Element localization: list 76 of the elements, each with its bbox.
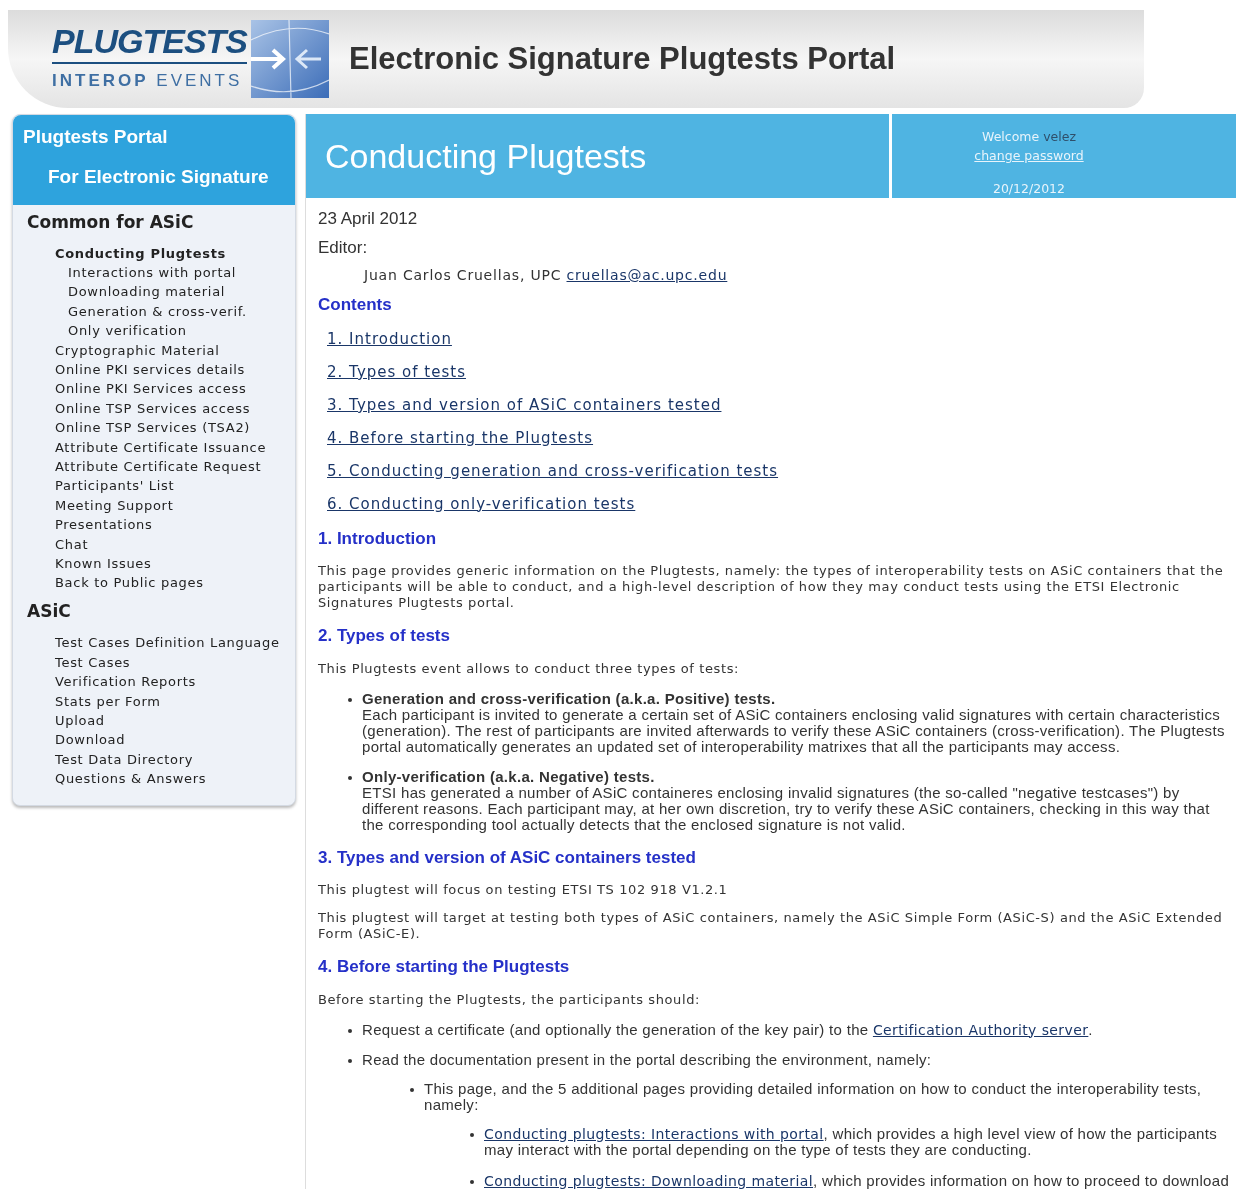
sidebar-subtitle: For Electronic Signature [47, 164, 270, 189]
sidebar-item[interactable]: Meeting Support [13, 495, 295, 516]
definition-text: Each participant is invited to generate a certain set of ASiC containers enclosing valid signatures with certain characteristics (generation). The rest of participants are invited afterwards to verify these ASiC containers (cross-verification). The Plugtests portal automatically generates an updated set of interoperability matrixes that all the participants may access. [362, 706, 1226, 755]
sidebar-item[interactable]: Presentations [13, 515, 295, 535]
definition-title: Generation and cross-verification (a.k.a. Positive) tests. [362, 690, 777, 707]
list-text: Read the documentation present in the portal describing the environment, namely: [362, 1051, 933, 1068]
bullet-icon [348, 775, 352, 780]
contents-link[interactable]: 4. Before starting the Plugtests [327, 427, 594, 449]
sidebar-heading: ASiC [26, 599, 72, 623]
bullet-icon [348, 1028, 352, 1033]
paragraph: This plugtest will target at testing both types of ASiC containers, namely the ASiC Simple Form (ASiC-S) and the ASiC Extended Form (ASiC-E). [318, 910, 1224, 942]
section-heading: Contents [318, 294, 393, 316]
editor-text: Juan Carlos Cruellas, UPC cruellas@ac.upc.edu [364, 266, 729, 285]
sidebar-item[interactable]: Downloading material [13, 282, 295, 302]
document-date: 23 April 2012 [318, 208, 419, 230]
section-heading: 4. Before starting the Plugtests [318, 956, 571, 978]
logo-wordmark: PLUGTESTS [52, 24, 248, 65]
portal-title: Electronic Signature Plugtests Portal [349, 39, 896, 78]
sidebar-item[interactable]: Only verification [13, 321, 295, 341]
page-title: Conducting Plugtests [325, 135, 647, 177]
welcome-text: Welcome velez [982, 128, 1076, 146]
sidebar-item[interactable]: Chat [13, 534, 295, 554]
contents-link[interactable]: 5. Conducting generation and cross-verification tests [327, 460, 779, 482]
list-text: Request a certificate (and optionally the generation of the key pair) to the Certification Authority server. [362, 1021, 1094, 1038]
sidebar-item[interactable]: Back to Public pages [13, 573, 295, 593]
contents-link[interactable]: 2. Types of tests [327, 361, 466, 383]
sidebar-item[interactable]: Online TSP Services access [13, 398, 295, 419]
document-link[interactable]: Conducting plugtests: Downloading material [484, 1172, 814, 1189]
contents-link[interactable]: 6. Conducting only-verification tests [327, 493, 636, 515]
sidebar-item[interactable]: Attribute Certificate Issuance [13, 437, 295, 457]
document-link[interactable]: Certification Authority server [872, 1021, 1089, 1038]
section-heading: 2. Types of tests [318, 625, 451, 647]
contents-link[interactable]: 3. Types and version of ASiC containers tested [327, 394, 722, 416]
section-heading: 1. Introduction [318, 527, 438, 550]
sidebar-item[interactable]: Participants' List [13, 476, 295, 496]
sidebar-item[interactable]: Stats per Form [13, 691, 295, 711]
list-text: Conducting plugtests: Interactions with portal, which provides a high level view of how the participants may interact with the portal depending on the type of tests they are conducting. [484, 1125, 1218, 1158]
sidebar-item[interactable]: Test Data Directory [13, 749, 295, 770]
sidebar-item[interactable]: Test Cases Definition Language [13, 633, 295, 653]
definition-title: Only-verification (a.k.a. Negative) tests. [362, 768, 656, 785]
bullet-icon [348, 1058, 352, 1063]
sidebar-item[interactable]: Questions & Answers [13, 769, 295, 789]
paragraph: This plugtest will focus on testing ETSI TS 102 918 V1.2.1 [318, 882, 729, 898]
sidebar-heading: Common for ASiC [26, 211, 195, 234]
sidebar-item[interactable]: Cryptographic Material [13, 340, 295, 360]
date-text: 20/12/2012 [992, 179, 1065, 198]
bullet-icon [470, 1179, 474, 1184]
sidebar-item[interactable]: Test Cases [13, 652, 295, 673]
definition-text: ETSI has generated a number of ASiC containeres enclosing invalid signatures (the so-called "negative testcases") by different reasons. Each participant may, at her own discretion, try to verify these ASiC containers, checking in this way that the corresponding tool actually detects that the enclosed signature is not valid. [362, 784, 1211, 833]
sidebar-item[interactable]: Known Issues [13, 554, 295, 574]
sidebar-item[interactable]: Interactions with portal [13, 262, 295, 283]
sidebar-item[interactable]: Upload [13, 710, 295, 731]
paragraph: This page provides generic information on the Plugtests, namely: the types of interoperability tests on ASiC containers that the participants will be able to conduct, and a high-level description of how they may conduct tests using the ETSI Electronic Signatures Plugtests portal. [318, 563, 1225, 611]
bullet-icon [348, 697, 352, 702]
paragraph: This Plugtests event allows to conduct three types of tests: [318, 660, 740, 677]
arrows-logo-icon [251, 20, 330, 98]
sidebar-item[interactable]: Online PKI Services access [13, 379, 295, 399]
sidebar-item[interactable]: Verification Reports [13, 672, 295, 692]
logo-tagline: INTEROP EVENTS [52, 70, 244, 93]
sidebar-item[interactable]: Download [13, 730, 295, 750]
list-text: Conducting plugtests: Downloading material, which provides information on how to proceed to download [484, 1172, 1231, 1189]
bullet-icon [410, 1087, 414, 1092]
bullet-icon [470, 1132, 474, 1137]
sidebar-title: Plugtests Portal [23, 125, 169, 149]
editor-label: Editor: [318, 236, 369, 259]
contents-link[interactable]: 1. Introduction [327, 328, 452, 350]
sidebar-item[interactable]: Conducting Plugtests [13, 243, 295, 263]
section-heading: 3. Types and version of ASiC containers tested [318, 846, 697, 869]
sidebar-item[interactable]: Generation & cross-verif. [13, 301, 295, 322]
paragraph: Before starting the Plugtests, the participants should: [318, 991, 701, 1008]
document-link[interactable]: Conducting plugtests: Interactions with portal [484, 1125, 824, 1142]
sidebar-item[interactable]: Attribute Certificate Request [13, 456, 295, 477]
sidebar-item[interactable]: Online TSP Services (TSA2) [13, 418, 295, 438]
list-text: This page, and the 5 additional pages providing detailed information on how to conduct the interoperability tests, namely: [424, 1080, 1203, 1113]
email-link[interactable]: cruellas@ac.upc.edu [566, 267, 728, 283]
sidebar-item[interactable]: Online PKI services details [13, 359, 295, 380]
